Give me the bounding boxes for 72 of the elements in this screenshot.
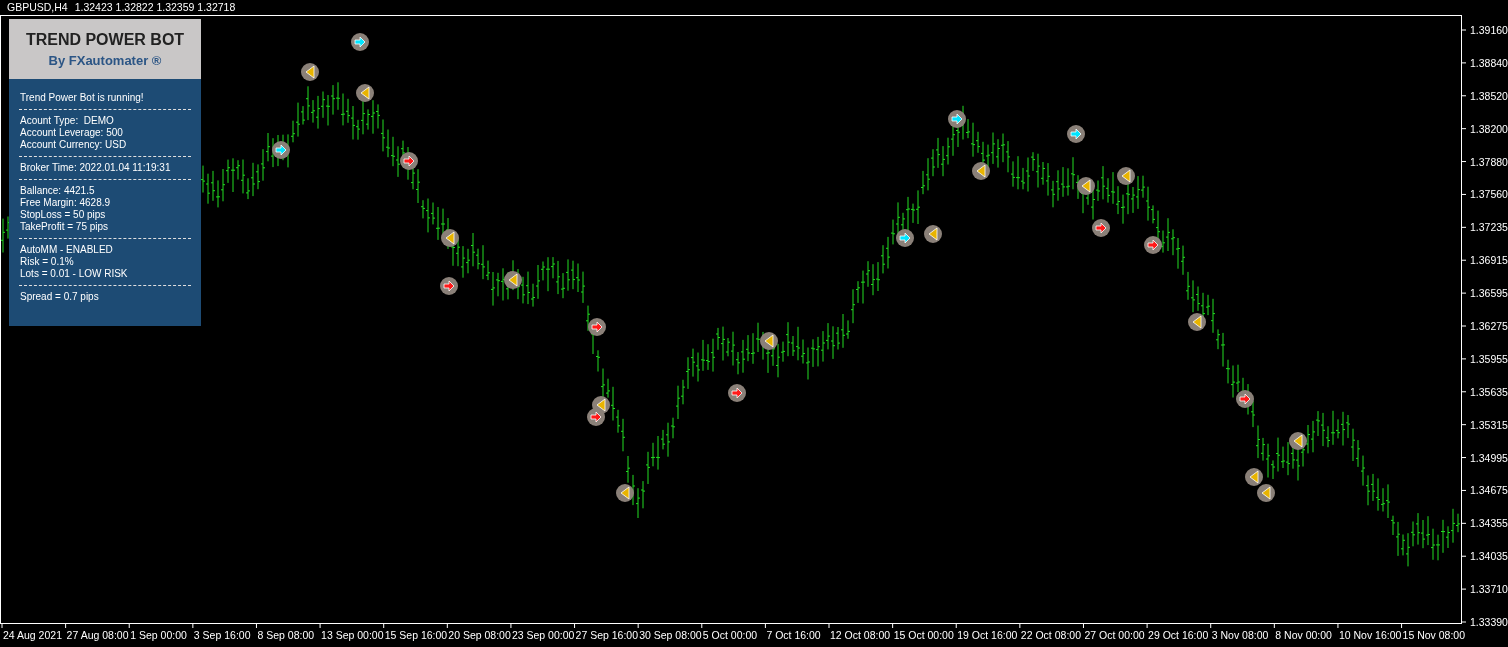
price-axis-label: 1.34355: [1470, 517, 1508, 530]
price-axis-label: 1.34035: [1470, 550, 1508, 563]
right-arrow-icon: [272, 141, 290, 159]
date-axis-label: 12 Oct 08:00: [830, 629, 891, 641]
price-axis-label: 1.38520: [1470, 89, 1508, 102]
right-arrow-icon: [587, 408, 605, 426]
price-axis-label: 1.33390: [1470, 616, 1508, 628]
right-arrow-icon: [728, 384, 746, 402]
chart-symbol: GBPUSD,H4: [7, 1, 68, 13]
date-axis-label: 22 Oct 08:00: [1020, 629, 1081, 641]
price-axis-label: 1.35955: [1470, 352, 1508, 365]
status-text: Free Margin: 4628.9: [20, 197, 112, 209]
status-text: Account Leverage: 500: [20, 127, 124, 139]
price-axis-label: 1.35635: [1470, 385, 1508, 398]
date-axis-label: 24 Aug 2021: [3, 629, 62, 641]
date-axis-label: 1 Sep 00:00: [130, 629, 187, 641]
right-arrow-icon: [1236, 390, 1254, 408]
date-axis-label: 10 Nov 16:00: [1338, 629, 1402, 641]
date-axis-label: 8 Nov 00:00: [1275, 629, 1332, 641]
status-text: Risk = 0.1%: [20, 256, 75, 268]
right-arrow-icon: [351, 33, 369, 51]
date-axis-label: 3 Sep 16:00: [193, 629, 251, 641]
right-arrow-icon: [1092, 219, 1110, 237]
date-axis-label: 15 Nov 08:00: [1402, 629, 1466, 641]
price-axis-label: 1.35315: [1470, 418, 1508, 431]
right-arrow-icon: [948, 110, 966, 128]
status-text: AutoMM - ENABLED: [20, 244, 114, 256]
right-arrow-icon: [400, 152, 418, 170]
date-axis-label: 27 Sep 16:00: [575, 629, 639, 641]
right-arrow-icon: [1144, 236, 1162, 254]
date-axis-label: 8 Sep 08:00: [257, 629, 315, 641]
status-text: Ballance: 4421.5: [20, 185, 96, 197]
date-axis-label: 13 Sep 00:00: [321, 629, 384, 641]
date-axis-label: 30 Sep 08:00: [639, 629, 702, 641]
status-text: Account Currency: USD: [20, 139, 128, 151]
date-axis-label: 23 Sep 00:00: [511, 629, 575, 641]
status-text: Broker Time: 2022.01.04 11:19:31: [20, 162, 172, 174]
status-text: Trend Power Bot is running!: [20, 92, 145, 104]
date-axis-label: 15 Oct 00:00: [893, 629, 954, 641]
status-text: Acount Type: DEMO: [20, 115, 115, 127]
price-axis-label: 1.37560: [1470, 188, 1508, 201]
price-axis-label: 1.38840: [1470, 56, 1508, 69]
right-arrow-icon: [588, 318, 606, 336]
price-axis-label: 1.36915: [1470, 254, 1508, 267]
price-axis-label: 1.39160: [1470, 24, 1508, 36]
status-text: Spread = 0.7 pips: [20, 291, 100, 303]
panel-subtitle: By FXautomater ®: [48, 52, 162, 68]
price-axis-label: 1.33710: [1470, 583, 1508, 596]
right-arrow-icon: [1067, 125, 1085, 143]
price-axis-label: 1.38200: [1470, 122, 1508, 135]
price-axis-label: 1.34995: [1470, 451, 1508, 464]
date-axis-label: 7 Oct 16:00: [766, 629, 821, 641]
chart-quotes: 1.32423 1.32822 1.32359 1.32718: [74, 1, 236, 13]
panel-title: TREND POWER BOT: [25, 30, 185, 49]
date-axis-label: 29 Oct 16:00: [1148, 629, 1209, 641]
date-axis-label: 27 Oct 00:00: [1084, 629, 1145, 641]
date-axis-label: 5 Oct 00:00: [702, 629, 758, 641]
price-axis-label: 1.36275: [1470, 320, 1508, 332]
date-axis-label: 3 Nov 08:00: [1211, 629, 1269, 641]
right-arrow-icon: [440, 277, 458, 295]
price-axis-label: 1.37880: [1470, 155, 1508, 168]
date-axis-label: 15 Sep 16:00: [384, 629, 448, 641]
price-axis-label: 1.36595: [1470, 287, 1508, 300]
price-axis-label: 1.34675: [1470, 484, 1508, 497]
price-axis-label: 1.37235: [1470, 221, 1508, 234]
status-text: Lots = 0.01 - LOW RISK: [20, 268, 129, 280]
status-text: TakeProfit = 75 pips: [20, 221, 110, 233]
status-text: StopLoss = 50 pips: [20, 209, 107, 221]
date-axis-label: 27 Aug 08:00: [66, 629, 129, 641]
date-axis-label: 20 Sep 08:00: [448, 629, 511, 641]
right-arrow-icon: [896, 229, 914, 247]
date-axis-label: 19 Oct 16:00: [957, 629, 1018, 641]
